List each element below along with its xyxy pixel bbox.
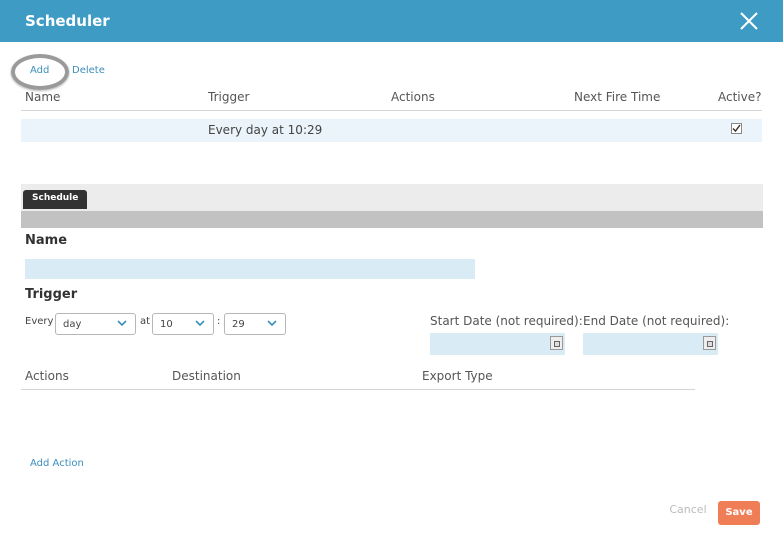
name-label: Name (25, 233, 68, 248)
cell-trigger: Every day at 10:29 (208, 123, 323, 137)
tab-underline-bar (21, 211, 763, 228)
table-divider (21, 110, 762, 111)
dialog-header: Scheduler (0, 0, 783, 42)
column-header-name[interactable]: Name (25, 90, 60, 104)
add-button[interactable]: Add (30, 65, 49, 76)
checkbox-checked-icon (732, 124, 741, 133)
close-icon[interactable] (738, 10, 760, 32)
hour-value: 10 (160, 319, 173, 330)
column-header-next-fire-time[interactable]: Next Fire Time (574, 90, 660, 104)
add-action-link[interactable]: Add Action (30, 458, 84, 469)
column-header-actions[interactable]: Actions (391, 90, 435, 104)
active-checkbox[interactable] (731, 123, 742, 134)
column-header-export-type: Export Type (422, 369, 493, 383)
chevron-down-icon (195, 320, 205, 327)
minute-select[interactable]: 29 (224, 313, 286, 335)
actions-table-divider (21, 389, 695, 390)
chevron-down-icon (267, 320, 277, 327)
name-input[interactable] (25, 259, 475, 279)
calendar-icon[interactable] (550, 336, 563, 350)
delete-button[interactable]: Delete (72, 65, 105, 76)
save-button[interactable]: Save (718, 501, 760, 525)
trigger-label: Trigger (25, 287, 78, 302)
calendar-icon[interactable] (703, 336, 716, 350)
column-header-active[interactable]: Active? (718, 90, 762, 104)
time-colon: : (217, 316, 221, 327)
start-date-input[interactable] (430, 333, 565, 355)
dialog-title: Scheduler (25, 12, 110, 30)
minute-value: 29 (232, 319, 245, 330)
column-header-actions: Actions (25, 369, 69, 383)
cancel-button[interactable]: Cancel (666, 503, 710, 516)
column-header-destination: Destination (172, 369, 241, 383)
frequency-value: day (63, 319, 82, 330)
end-date-label: End Date (not required): (583, 314, 730, 328)
every-label: Every (25, 316, 54, 327)
start-date-label: Start Date (not required): (430, 314, 583, 328)
frequency-select[interactable]: day (55, 313, 136, 335)
hour-select[interactable]: 10 (152, 313, 214, 335)
table-row[interactable]: Every day at 10:29 (21, 119, 762, 142)
column-header-trigger[interactable]: Trigger (208, 90, 249, 104)
tab-schedule[interactable]: Schedule (23, 190, 88, 209)
chevron-down-icon (117, 320, 127, 327)
tab-strip (21, 184, 763, 212)
end-date-input[interactable] (583, 333, 718, 355)
at-label: at (140, 316, 151, 327)
